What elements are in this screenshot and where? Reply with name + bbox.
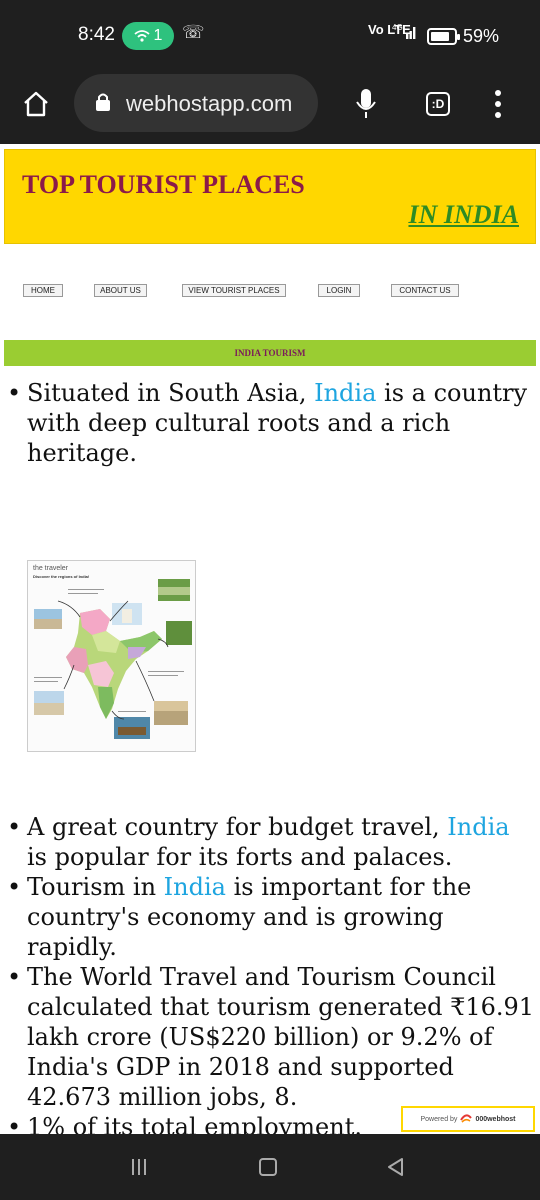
- wifi-hotspot-indicator: 1: [122, 22, 174, 50]
- wifi-count: 1: [153, 27, 163, 44]
- missed-call-icon: ☏: [182, 22, 205, 42]
- nav-contact-button[interactable]: CONTACT US: [391, 284, 459, 297]
- powered-by-label: Powered by: [420, 1115, 458, 1123]
- powered-by-badge[interactable]: Powered by 000webhost: [401, 1106, 535, 1132]
- india-link[interactable]: India: [314, 379, 376, 407]
- web-page: TOP TOURIST PLACES IN INDIA HOME ABOUT U…: [0, 144, 540, 1134]
- details-list: A great country for budget travel, India…: [0, 812, 540, 1134]
- url-text[interactable]: webhostapp.com: [126, 91, 292, 117]
- signal-icon: 4G: [392, 22, 418, 45]
- signal-type: 4G: [392, 23, 403, 32]
- india-link[interactable]: India: [447, 813, 509, 841]
- header-banner: TOP TOURIST PLACES IN INDIA: [4, 149, 536, 244]
- system-navigation-bar: [0, 1134, 540, 1200]
- list-item: The World Travel and Tourism Council cal…: [0, 962, 540, 1112]
- browser-toolbar: webhostapp.com :D: [0, 72, 540, 144]
- list-item: A great country for budget travel, India…: [0, 812, 540, 872]
- status-bar: 8:42 1 ☏ Vo LTE 4G 59%: [0, 0, 540, 72]
- nav-login-button[interactable]: LOGIN: [318, 284, 360, 297]
- india-regions-map-image: the traveler Discover the regions of Ind…: [27, 560, 196, 752]
- powered-by-brand: 000webhost: [475, 1115, 516, 1123]
- lock-icon[interactable]: [94, 92, 112, 112]
- site-title: TOP TOURIST PLACES: [22, 170, 305, 199]
- list-item: Tourism in India is important for the co…: [0, 872, 540, 962]
- nav-view-places-button[interactable]: VIEW TOURIST PLACES: [182, 284, 286, 297]
- marquee-text: INDIA TOURISM: [234, 348, 306, 358]
- map-brand: the traveler: [33, 565, 69, 572]
- nav-home-button[interactable]: HOME: [23, 284, 63, 297]
- nav-about-button[interactable]: ABOUT US: [94, 284, 147, 297]
- map-heading: Discover the regions of India!: [33, 574, 89, 579]
- site-subtitle-link[interactable]: IN INDIA: [408, 200, 519, 230]
- marquee-bar: INDIA TOURISM: [4, 340, 536, 366]
- microphone-icon[interactable]: [355, 88, 377, 120]
- recent-apps-icon[interactable]: [130, 1157, 148, 1177]
- tab-switcher-icon[interactable]: :D: [426, 92, 450, 116]
- battery-percentage: 59%: [463, 26, 500, 46]
- status-time: 8:42: [78, 24, 115, 45]
- home-button-icon[interactable]: [259, 1158, 277, 1176]
- list-item: Situated in South Asia, India is a count…: [0, 378, 540, 468]
- india-link[interactable]: India: [164, 873, 226, 901]
- battery-icon: [427, 28, 460, 45]
- overflow-menu-icon[interactable]: [492, 90, 504, 118]
- back-icon[interactable]: [386, 1157, 406, 1177]
- home-icon[interactable]: [22, 90, 50, 118]
- wifi-icon: [133, 30, 150, 42]
- 000webhost-logo-icon: [460, 1114, 473, 1123]
- intro-list: Situated in South Asia, India is a count…: [0, 378, 540, 468]
- address-bar[interactable]: webhostapp.com: [74, 74, 318, 132]
- tab-label: :D: [431, 97, 445, 111]
